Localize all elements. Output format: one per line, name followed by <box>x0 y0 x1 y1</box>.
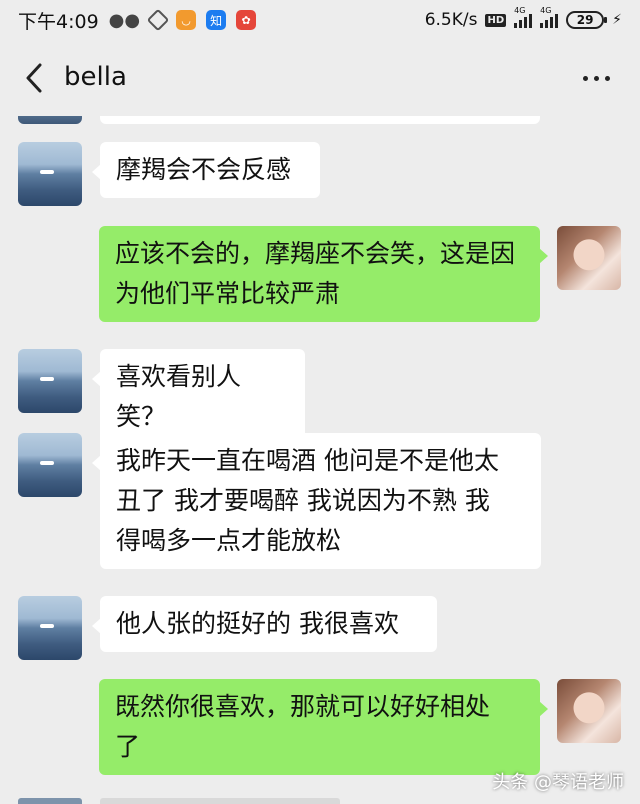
back-arrow-icon[interactable] <box>20 62 50 94</box>
message-text: 喜欢看别人笑？ <box>116 362 242 431</box>
message-text-line: 了 <box>115 732 141 761</box>
chat-header: bella <box>0 40 640 116</box>
signal-icon-2: 4G <box>540 6 559 28</box>
zhihu-icon: 知 <box>206 10 227 30</box>
charging-icon: ⚡ <box>612 12 622 28</box>
message-bubble-other[interactable]: 摩羯会不会反感 <box>92 142 320 198</box>
hd-badge: HD <box>485 13 507 27</box>
watermark: 头条 @琴语老师 <box>492 772 624 793</box>
message-bubble-other[interactable]: 喜欢看别人笑？ <box>92 349 305 445</box>
battery-level: 29 <box>576 13 594 27</box>
status-left: 下午4:09 ●● ◡ 知 ✿ <box>18 7 257 34</box>
message-text: 他人张的挺好的 我很喜欢 <box>116 609 399 638</box>
message-text-line: 得喝多一点才能放松 <box>116 526 342 555</box>
self-avatar[interactable] <box>557 679 621 743</box>
contact-avatar[interactable] <box>18 349 82 413</box>
wechat-icon: ●● <box>108 9 141 31</box>
contact-avatar[interactable] <box>18 596 82 660</box>
app-icon <box>146 8 170 32</box>
self-avatar[interactable] <box>557 226 621 290</box>
message-bubble-self[interactable]: 应该不会的，摩羯座不会笑，这是因 为他们平常比较严肃 <box>99 226 548 322</box>
status-right: 6.5K/s HD 4G 4G 29 ⚡ <box>424 6 622 30</box>
next-message-preview <box>0 796 640 804</box>
status-time: 下午4:09 <box>18 10 99 33</box>
message-text-line: 应该不会的，摩羯座不会笑，这是因 <box>115 239 516 268</box>
message-bubble[interactable] <box>100 116 540 124</box>
message-text-line: 为他们平常比较严肃 <box>115 279 341 308</box>
message-text-line: 我昨天一直在喝酒 他问是不是他太 <box>116 446 499 475</box>
message-list[interactable]: 摩羯会不会反感 应该不会的，摩羯座不会笑，这是因 为他们平常比较严肃 喜欢看别人… <box>0 116 640 804</box>
status-bar: 下午4:09 ●● ◡ 知 ✿ 6.5K/s HD 4G 4G 29 ⚡ <box>0 0 640 40</box>
message-text-line: 丑了 我才要喝醉 我说因为不熟 我 <box>116 486 490 515</box>
contact-avatar[interactable] <box>18 142 82 206</box>
battery-icon: 29 <box>566 11 608 29</box>
message-bubble-other[interactable]: 我昨天一直在喝酒 他问是不是他太 丑了 我才要喝醉 我说因为不熟 我 得喝多一点… <box>92 433 541 569</box>
avatar[interactable] <box>18 116 82 124</box>
message-text-line: 既然你很喜欢，那就可以好好相处 <box>115 692 491 721</box>
message-bubble-other[interactable]: 他人张的挺好的 我很喜欢 <box>92 596 437 652</box>
message-text: 摩羯会不会反感 <box>116 155 292 184</box>
network-speed: 6.5K/s <box>424 10 478 30</box>
chat-title: bella <box>64 62 127 92</box>
signal-icon: 4G <box>514 6 533 28</box>
signal-label: 4G <box>514 6 526 15</box>
more-options-icon[interactable] <box>583 76 610 81</box>
taobao-icon: ◡ <box>176 10 197 30</box>
news-icon: ✿ <box>236 10 257 30</box>
contact-avatar[interactable] <box>18 433 82 497</box>
signal-label-2: 4G <box>540 6 552 15</box>
message-bubble-self[interactable]: 既然你很喜欢，那就可以好好相处 了 <box>99 679 548 775</box>
